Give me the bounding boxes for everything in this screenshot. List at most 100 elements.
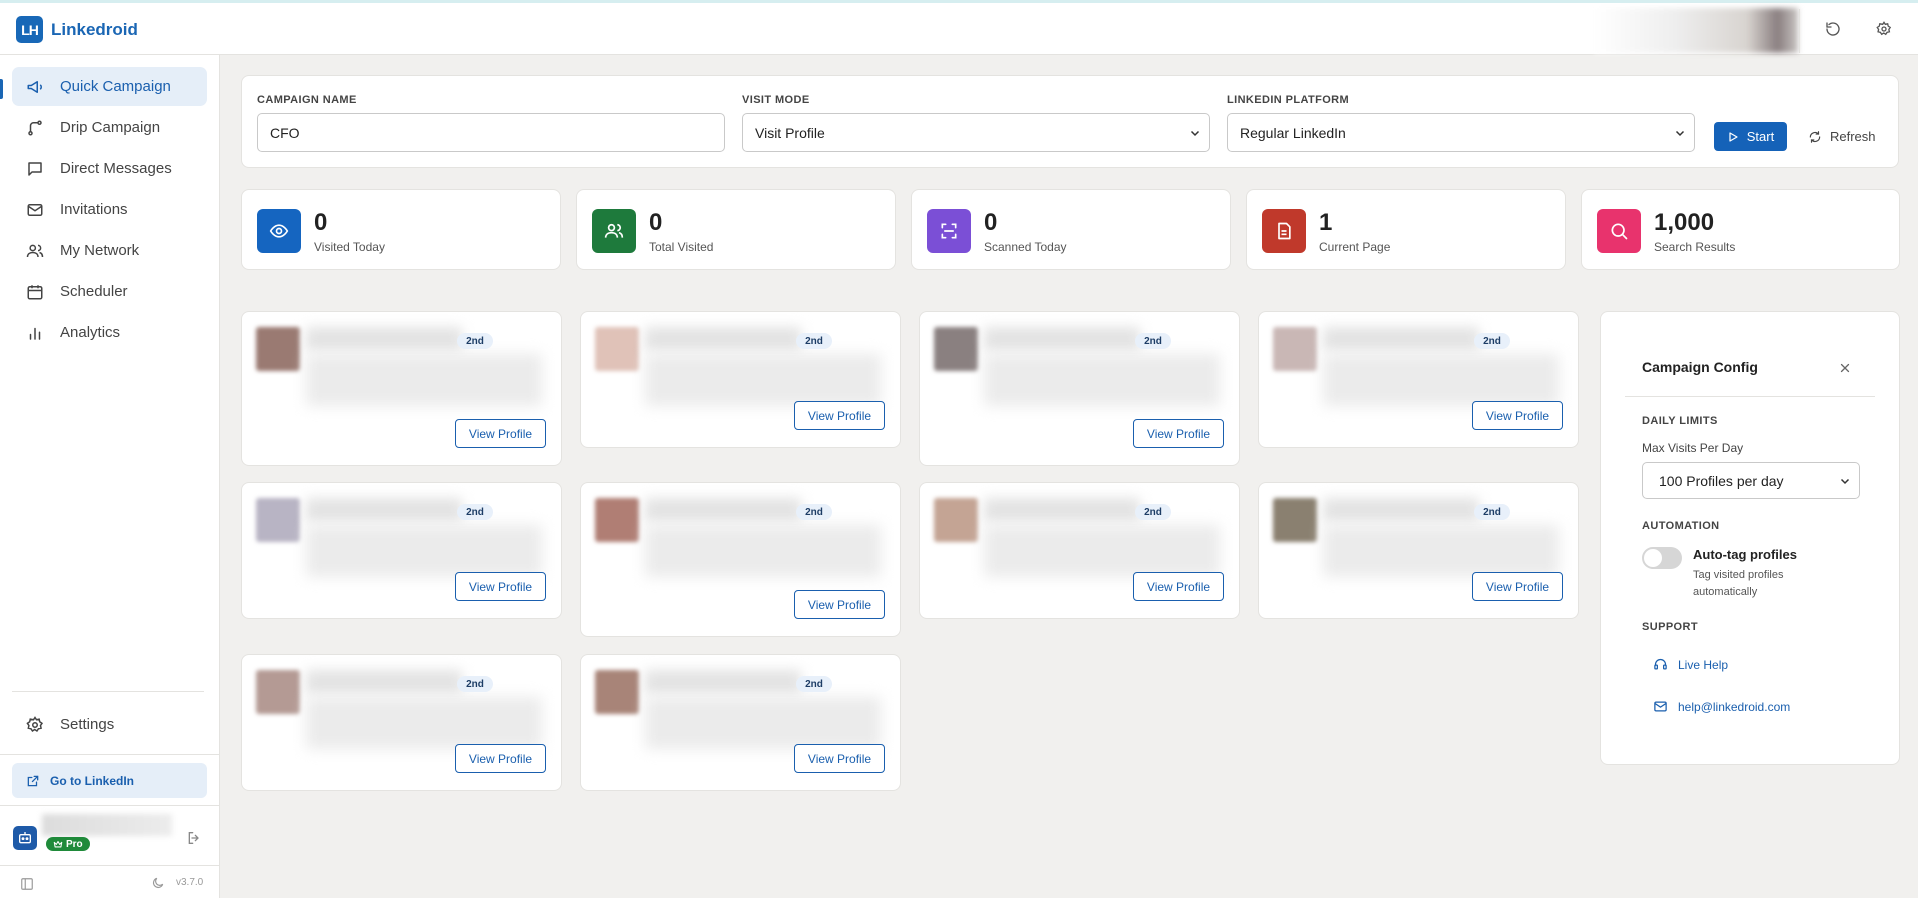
visit-mode-select[interactable]: Visit Profile [742,113,1210,152]
view-profile-button[interactable]: View Profile [1133,419,1224,448]
refresh-icon [1808,130,1822,144]
close-icon[interactable] [1838,361,1852,375]
eye-icon [257,209,301,253]
gear-icon[interactable] [1876,21,1896,41]
visit-mode-label: VISIT MODE [742,94,810,106]
sidebar-item-label: Quick Campaign [60,78,171,95]
view-profile-button[interactable]: View Profile [1472,401,1563,430]
max-visits-select[interactable]: 100 Profiles per day [1642,462,1860,499]
document-icon [1262,209,1306,253]
profile-name [1323,498,1479,522]
external-link-icon [26,774,40,788]
user-profile[interactable]: Pro [0,805,219,865]
profile-avatar[interactable] [595,327,639,371]
profile-card: 2nd View Profile [1258,482,1579,619]
mail-icon [26,201,44,219]
crown-icon [53,839,63,849]
stat-label: Current Page [1319,240,1391,254]
view-profile-button[interactable]: View Profile [794,744,885,773]
divider [1799,9,1800,53]
profile-avatar[interactable] [256,498,300,542]
sidebar-item-analytics[interactable]: Analytics [12,313,207,352]
linkedin-platform-label: LINKEDIN PLATFORM [1227,94,1350,106]
sidebar-item-quick-campaign[interactable]: Quick Campaign [12,67,207,106]
sidebar-item-drip-campaign[interactable]: Drip Campaign [12,108,207,147]
profile-avatar[interactable] [256,327,300,371]
connection-degree-badge: 2nd [1474,504,1510,520]
profile-card: 2nd View Profile [241,654,562,791]
linkedin-platform-select[interactable]: Regular LinkedIn [1227,113,1695,152]
campaign-name-input[interactable]: CFO [257,113,725,152]
profile-avatar[interactable] [595,498,639,542]
sidebar-item-settings[interactable]: Settings [12,705,207,744]
profile-headline [306,697,542,749]
refresh-icon[interactable] [1825,21,1845,41]
users-icon [26,242,44,260]
profile-avatar[interactable] [595,670,639,714]
support-email-label: help@linkedroid.com [1678,699,1791,714]
view-profile-button[interactable]: View Profile [794,590,885,619]
profile-name [306,327,462,351]
sidebar-item-my-network[interactable]: My Network [12,231,207,270]
view-profile-button[interactable]: View Profile [794,401,885,430]
megaphone-icon [26,78,44,96]
profile-name [984,327,1140,351]
automation-heading: AUTOMATION [1642,520,1720,532]
auto-tag-description: Tag visited profiles automatically [1693,569,1784,598]
profile-card: 2nd View Profile [919,311,1240,466]
profile-name [1323,327,1479,351]
moon-icon[interactable] [151,876,165,890]
profile-avatar[interactable] [934,498,978,542]
view-profile-button[interactable]: View Profile [455,419,546,448]
logout-icon[interactable] [186,830,202,846]
connection-degree-badge: 2nd [457,676,493,692]
profile-avatar[interactable] [1273,327,1317,371]
visit-mode-value: Visit Profile [755,124,825,141]
app-title: Linkedroid [51,19,138,39]
stat-label: Total Visited [649,240,714,254]
auto-tag-toggle[interactable] [1642,547,1682,569]
support-email-link[interactable]: help@linkedroid.com [1653,699,1790,714]
search-icon [1597,209,1641,253]
profile-card: 2nd View Profile [580,482,901,637]
users-icon [592,209,636,253]
view-profile-button[interactable]: View Profile [455,744,546,773]
collapse-sidebar-icon[interactable] [20,877,34,891]
max-visits-label: Max Visits Per Day [1642,441,1744,455]
profile-avatar[interactable] [256,670,300,714]
profile-card: 2nd View Profile [919,482,1240,619]
stat-card-scanned-today: 0 Scanned Today [911,189,1231,270]
view-profile-button[interactable]: View Profile [455,572,546,601]
divider [1625,396,1875,397]
sidebar-item-label: My Network [60,242,140,259]
campaign-form: CAMPAIGN NAME CFO VISIT MODE Visit Profi… [241,75,1899,168]
account-avatar[interactable] [1594,8,1798,53]
sidebar-item-label: Direct Messages [60,160,172,177]
profile-card: 2nd View Profile [580,311,901,448]
go-to-linkedin-button[interactable]: Go to LinkedIn [12,763,207,798]
start-button[interactable]: Start [1714,122,1787,151]
sidebar-item-label: Analytics [60,324,121,341]
refresh-button[interactable]: Refresh [1808,122,1884,151]
live-help-link[interactable]: Live Help [1653,657,1728,672]
scan-icon [927,209,971,253]
headset-icon [1653,657,1668,672]
sidebar-item-direct-messages[interactable]: Direct Messages [12,149,207,188]
chevron-down-icon [1839,475,1851,487]
profile-headline [645,697,881,749]
sidebar-item-scheduler[interactable]: Scheduler [12,272,207,311]
connection-degree-badge: 2nd [796,504,832,520]
sidebar-item-invitations[interactable]: Invitations [12,190,207,229]
stat-label: Scanned Today [984,240,1067,254]
stat-value: 0 [649,209,663,236]
app-logo[interactable]: LH Linkedroid [16,16,138,43]
bot-icon [13,826,37,850]
view-profile-button[interactable]: View Profile [1133,572,1224,601]
profile-card: 2nd View Profile [241,311,562,466]
profile-avatar[interactable] [934,327,978,371]
message-icon [26,160,44,178]
logo-mark: LH [16,16,43,43]
profile-avatar[interactable] [1273,498,1317,542]
stat-card-current-page: 1 Current Page [1246,189,1566,270]
view-profile-button[interactable]: View Profile [1472,572,1563,601]
